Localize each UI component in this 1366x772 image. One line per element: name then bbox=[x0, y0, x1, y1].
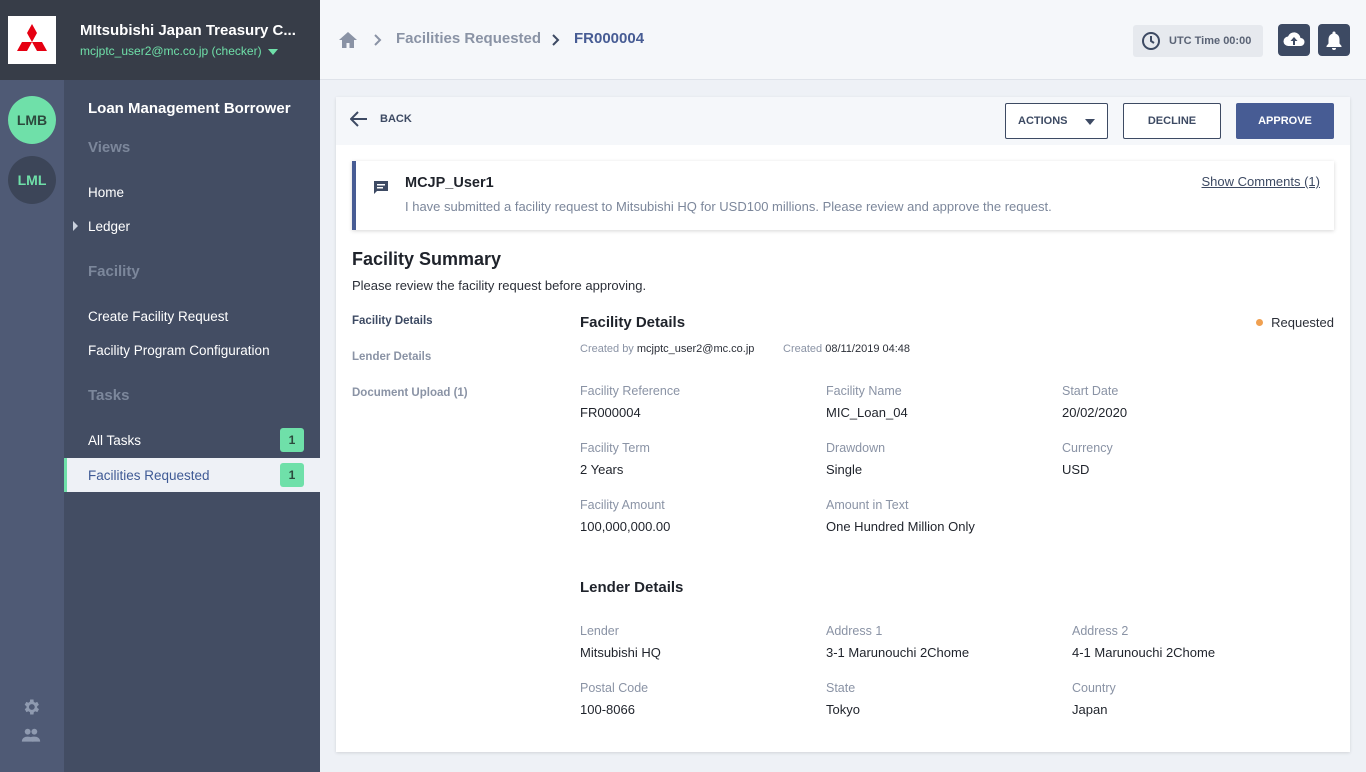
home-icon[interactable] bbox=[338, 30, 358, 50]
chevron-right-icon bbox=[549, 33, 563, 47]
cloud-upload-icon bbox=[1283, 32, 1305, 47]
status-dot bbox=[1256, 319, 1264, 326]
arrow-left-icon bbox=[350, 111, 367, 127]
sidebar-item-label: Ledger bbox=[88, 218, 131, 234]
org-name: MItsubishi Japan Treasury C... bbox=[80, 22, 296, 39]
app-lml[interactable]: LML bbox=[8, 156, 56, 204]
upload-button[interactable] bbox=[1278, 24, 1310, 56]
count-badge: 1 bbox=[280, 428, 304, 452]
facility-card: BACK ACTIONS DECLINE APPROVE MCJP_User1 … bbox=[336, 97, 1350, 752]
sidebar-item-label: Facility Program Configuration bbox=[88, 342, 270, 358]
field-lender: Lender Mitsubishi HQ bbox=[580, 624, 661, 660]
created-date: Created 08/11/2019 04:48 bbox=[783, 343, 911, 355]
field-postal-code: Postal Code 100-8066 bbox=[580, 681, 649, 717]
page-subtitle: Please review the facility request befor… bbox=[352, 278, 647, 293]
subnav-lender-details[interactable]: Lender Details bbox=[352, 351, 431, 363]
field-start-date: Start Date 20/02/2020 bbox=[1062, 384, 1128, 420]
gear-icon[interactable] bbox=[21, 697, 43, 719]
org-header: MItsubishi Japan Treasury C... mcjptc_us… bbox=[0, 0, 320, 80]
users-icon[interactable] bbox=[21, 725, 43, 747]
card-toolbar: BACK ACTIONS DECLINE APPROVE bbox=[336, 97, 1350, 145]
chevron-down-icon bbox=[1085, 119, 1095, 125]
sidebar-item-create-facility-request[interactable]: Create Facility Request bbox=[64, 299, 320, 333]
subnav-facility-details[interactable]: Facility Details bbox=[352, 315, 433, 327]
section-views: Views bbox=[88, 139, 131, 156]
module-title: Loan Management Borrower bbox=[88, 100, 291, 117]
clock-icon bbox=[1142, 32, 1160, 50]
sidebar-item-facility-program-configuration[interactable]: Facility Program Configuration bbox=[64, 333, 320, 367]
notifications-button[interactable] bbox=[1318, 24, 1350, 56]
section-title-lender-details: Lender Details bbox=[580, 579, 684, 596]
chevron-down-icon bbox=[267, 48, 278, 55]
field-facility-amount: Facility Amount 100,000,000.00 bbox=[580, 498, 671, 534]
field-facility-term: Facility Term 2 Years bbox=[580, 441, 650, 477]
field-drawdown: Drawdown Single bbox=[826, 441, 886, 477]
sidebar-item-label: Facilities Requested bbox=[88, 467, 210, 483]
utc-time-label: UTC Time 00:00 bbox=[1169, 35, 1252, 47]
mitsubishi-logo bbox=[8, 16, 56, 64]
breadcrumb-facilities-requested[interactable]: Facilities Requested bbox=[396, 30, 541, 47]
comment-text: I have submitted a facility request to M… bbox=[405, 199, 1052, 214]
breadcrumb-current: FR000004 bbox=[574, 30, 645, 47]
comment-author: MCJP_User1 bbox=[405, 175, 494, 191]
show-comments-link[interactable]: Show Comments (1) bbox=[1202, 174, 1320, 189]
sidebar-item-label: Create Facility Request bbox=[88, 308, 229, 324]
back-button[interactable]: BACK bbox=[350, 111, 412, 127]
user-email: mcjptc_user2@mc.co.jp (checker) bbox=[80, 44, 262, 58]
sidebar-item-all-tasks[interactable]: All Tasks 1 bbox=[64, 423, 320, 457]
status-badge: Requested bbox=[1256, 315, 1334, 330]
section-facility: Facility bbox=[88, 263, 140, 280]
back-label: BACK bbox=[380, 113, 412, 125]
page-title: Facility Summary bbox=[352, 249, 502, 269]
user-menu[interactable]: mcjptc_user2@mc.co.jp (checker) bbox=[80, 44, 278, 58]
latest-comment: MCJP_User1 I have submitted a facility r… bbox=[352, 161, 1334, 230]
field-facility-name: Facility Name MIC_Loan_04 bbox=[826, 384, 908, 420]
section-title-facility-details: Facility Details bbox=[580, 314, 686, 331]
sidebar-item-facilities-requested[interactable]: Facilities Requested 1 bbox=[64, 458, 320, 492]
field-amount-in-text: Amount in Text One Hundred Million Only bbox=[826, 498, 975, 534]
field-state: State Tokyo bbox=[826, 681, 860, 717]
field-address-2: Address 2 4-1 Marunouchi 2Chome bbox=[1072, 624, 1216, 660]
utc-time: UTC Time 00:00 bbox=[1133, 25, 1263, 57]
top-bar: Facilities Requested FR000004 UTC Time 0… bbox=[320, 0, 1366, 80]
subnav-document-upload[interactable]: Document Upload (1) bbox=[352, 387, 468, 399]
sidebar: Loan Management Borrower Views Home Ledg… bbox=[64, 80, 320, 772]
actions-label: ACTIONS bbox=[1018, 115, 1068, 127]
sidebar-item-ledger[interactable]: Ledger bbox=[64, 209, 320, 243]
count-badge: 1 bbox=[280, 463, 304, 487]
field-facility-reference: Facility Reference FR000004 bbox=[580, 384, 681, 420]
chevron-right-icon bbox=[371, 33, 385, 47]
created-by: Created by mcjptc_user2@mc.co.jp bbox=[580, 343, 755, 355]
field-country: Country Japan bbox=[1072, 681, 1116, 717]
sidebar-item-label: Home bbox=[88, 184, 125, 200]
field-currency: Currency USD bbox=[1062, 441, 1113, 477]
actions-dropdown[interactable]: ACTIONS bbox=[1005, 103, 1108, 139]
status-label: Requested bbox=[1271, 315, 1334, 330]
section-tasks: Tasks bbox=[88, 387, 130, 404]
comment-icon bbox=[372, 179, 390, 202]
bell-icon bbox=[1326, 31, 1342, 50]
sidebar-item-home[interactable]: Home bbox=[64, 175, 320, 209]
app-lmb[interactable]: LMB bbox=[8, 96, 56, 144]
field-address-1: Address 1 3-1 Marunouchi 2Chome bbox=[826, 624, 970, 660]
chevron-right-icon bbox=[73, 221, 78, 231]
app-rail: LMB LML bbox=[0, 80, 64, 772]
decline-button[interactable]: DECLINE bbox=[1123, 103, 1221, 139]
approve-button[interactable]: APPROVE bbox=[1236, 103, 1334, 139]
sidebar-item-label: All Tasks bbox=[88, 432, 142, 448]
